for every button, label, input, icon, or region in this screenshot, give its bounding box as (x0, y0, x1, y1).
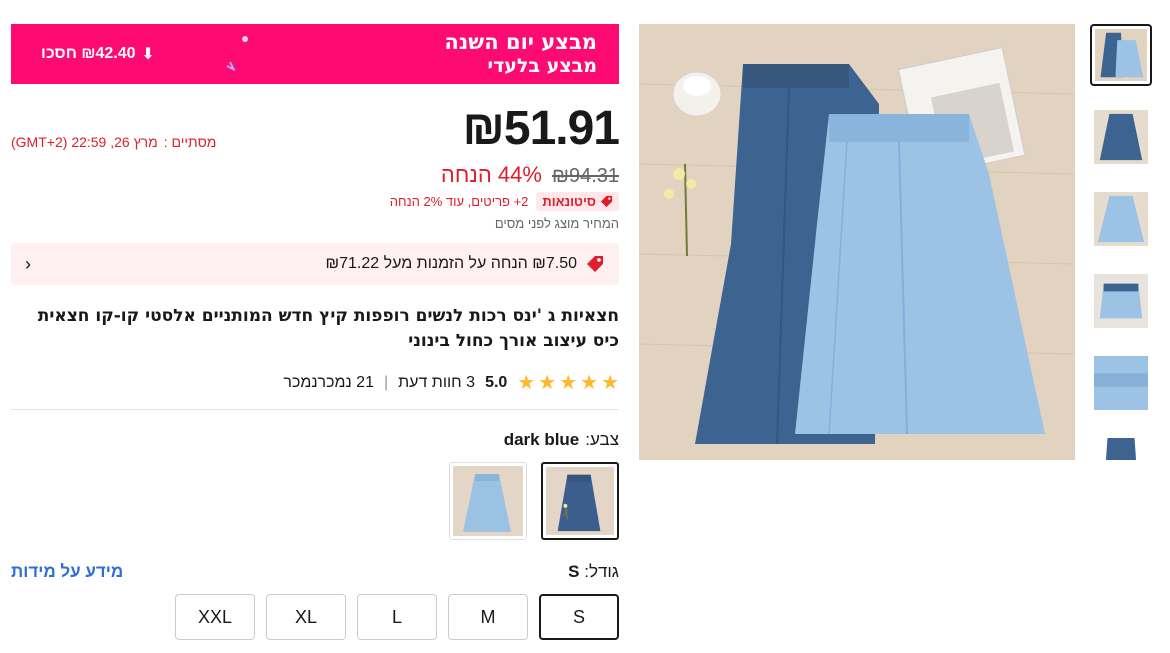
thumb-image (1094, 274, 1148, 328)
thumbnail-4[interactable] (1090, 270, 1152, 332)
coupon-banner[interactable]: ₪7.50 הנחה על הזמנות מעל ₪71.22 ‹ (11, 243, 619, 285)
star-icon: ★ (538, 372, 557, 394)
thumbnail-1[interactable] (1090, 24, 1152, 86)
star-icon: ★ (601, 372, 619, 394)
color-selected: dark blue (503, 430, 580, 449)
original-price-row: ₪94.31 44% הנחה (11, 162, 619, 188)
thumb-image (1094, 110, 1148, 164)
size-option-m[interactable]: M (448, 594, 528, 640)
swatch-light-blue[interactable] (449, 462, 527, 540)
original-price: ₪94.31 (551, 165, 619, 187)
price-row: ₪51.91 מסתיים : מרץ 26, 22:59 (GMT+2) (11, 100, 620, 158)
size-option-xxl[interactable]: XXL (175, 594, 255, 640)
skirt-light-image (453, 466, 523, 536)
thumbnail-5[interactable] (1090, 352, 1152, 414)
thumb-image (1094, 192, 1148, 246)
size-label: גודל: (584, 562, 619, 581)
review-count[interactable]: 3 חוות דעת (398, 374, 475, 392)
tax-note: המחיר מוצג לפני מסים (494, 216, 619, 231)
promo-titles: מבצע יום השנה מבצע בלעדי (444, 30, 597, 78)
sale-countdown: מסתיים : מרץ 26, 22:59 (GMT+2) (11, 134, 216, 150)
size-option-l[interactable]: L (357, 594, 437, 640)
discount-percent: 44% הנחה (440, 162, 542, 187)
promo-savings: ⬇ ₪42.40 חסכו (41, 44, 155, 64)
thumbnail-3[interactable] (1090, 188, 1152, 250)
thumbnail-6[interactable] (1090, 434, 1152, 460)
size-label-group: גודל: S (568, 562, 619, 582)
bulk-badge: סיטונאות (536, 192, 619, 211)
star-icon: ★ (559, 372, 578, 394)
main-product-image[interactable] (639, 24, 1075, 460)
current-price: ₪51.91 (462, 102, 620, 155)
thumb-image (1094, 438, 1148, 460)
star-rating: ★ ★ ★ ★ ★ (517, 370, 619, 395)
product-title: חצאיות ג 'ינס רכות לנשים רופפות קיץ חדש … (37, 306, 619, 351)
coupon-content: ₪7.50 הנחה על הזמנות מעל ₪71.22 (326, 254, 605, 274)
color-swatches (11, 462, 619, 540)
color-label-row: צבע: dark blue (11, 430, 619, 450)
product-info: מבצע יום השנה מבצע בלעדי ⬇ ₪42.40 חסכו ₪… (11, 24, 620, 640)
thumb-image (1094, 356, 1148, 410)
down-arrow-icon: ⬇ (141, 46, 155, 63)
star-icon: ★ (517, 372, 536, 394)
bulk-discount-row: סיטונאות 2+ פריטים, עוד 2% הנחה (11, 192, 619, 211)
swatch-dark-blue[interactable] (541, 462, 619, 540)
thumbnail-strip (1090, 24, 1152, 460)
thumbnail-2[interactable] (1090, 106, 1152, 168)
size-selected: S (568, 562, 580, 581)
promo-save-text: ₪42.40 חסכו (41, 45, 136, 62)
promo-subtitle: מבצע בלעדי (487, 55, 597, 77)
skirt-dark-image (546, 467, 614, 535)
size-header: גודל: S מידע על מידות (11, 562, 619, 582)
size-options: S M L XL XXL (11, 594, 619, 640)
sold-count: 21 נמכרנמכר (283, 373, 374, 391)
coupon-tag-icon (587, 256, 603, 272)
coupon-text: ₪7.50 הנחה על הזמנות מעל ₪71.22 (325, 255, 577, 272)
bulk-badge-label: סיטונאות (542, 194, 596, 209)
thumb-image (1095, 29, 1147, 81)
star-icon: ★ (580, 372, 599, 394)
countdown-label: מסתיים : (163, 134, 217, 150)
size-option-s[interactable]: S (539, 594, 619, 640)
chevron-left-icon[interactable]: ‹ (25, 254, 31, 275)
separator: | (383, 373, 389, 391)
price-tag-icon (600, 195, 613, 208)
rating-value: 5.0 (485, 373, 508, 391)
size-option-xl[interactable]: XL (266, 594, 346, 640)
promo-banner[interactable]: מבצע יום השנה מבצע בלעדי ⬇ ₪42.40 חסכו (11, 24, 619, 84)
promo-title: מבצע יום השנה (444, 30, 597, 54)
confetti-decoration (226, 36, 248, 71)
countdown-value: מרץ 26, 22:59 (GMT+2) (11, 134, 158, 150)
rating-row[interactable]: ★ ★ ★ ★ ★ 5.0 3 חוות דעת | 21 נמכרנמכר (11, 370, 619, 395)
size-guide-link[interactable]: מידע על מידות (11, 562, 123, 582)
color-label: צבע: (585, 430, 619, 449)
divider (11, 409, 619, 410)
bulk-text: 2+ פריטים, עוד 2% הנחה (389, 194, 529, 209)
